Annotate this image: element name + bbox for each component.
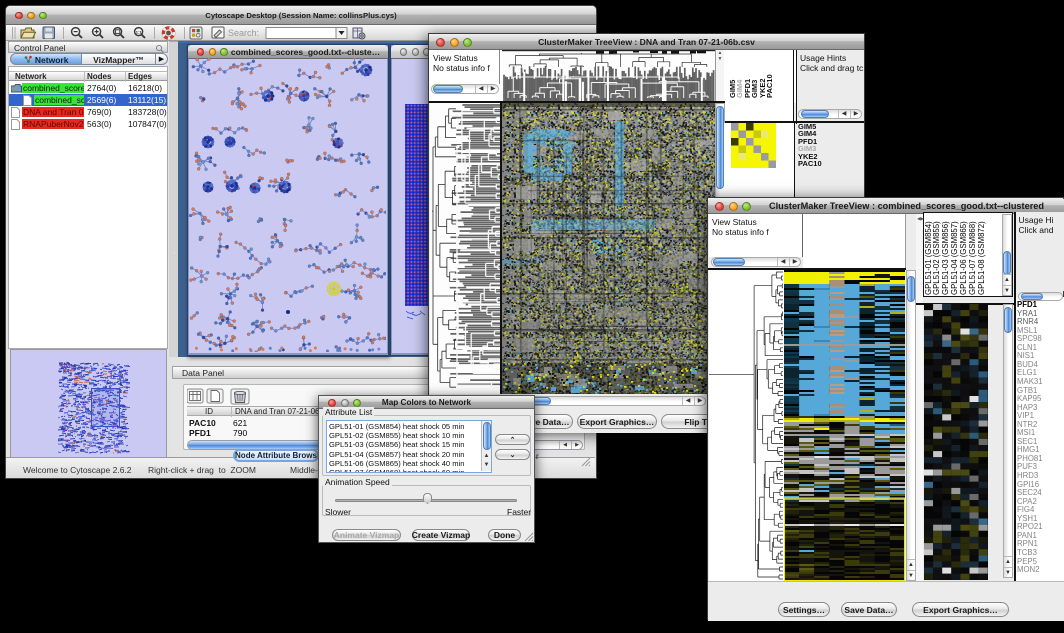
svg-text:1:1: 1:1 [136,29,143,34]
svg-text:Search:: Search: [228,28,259,38]
